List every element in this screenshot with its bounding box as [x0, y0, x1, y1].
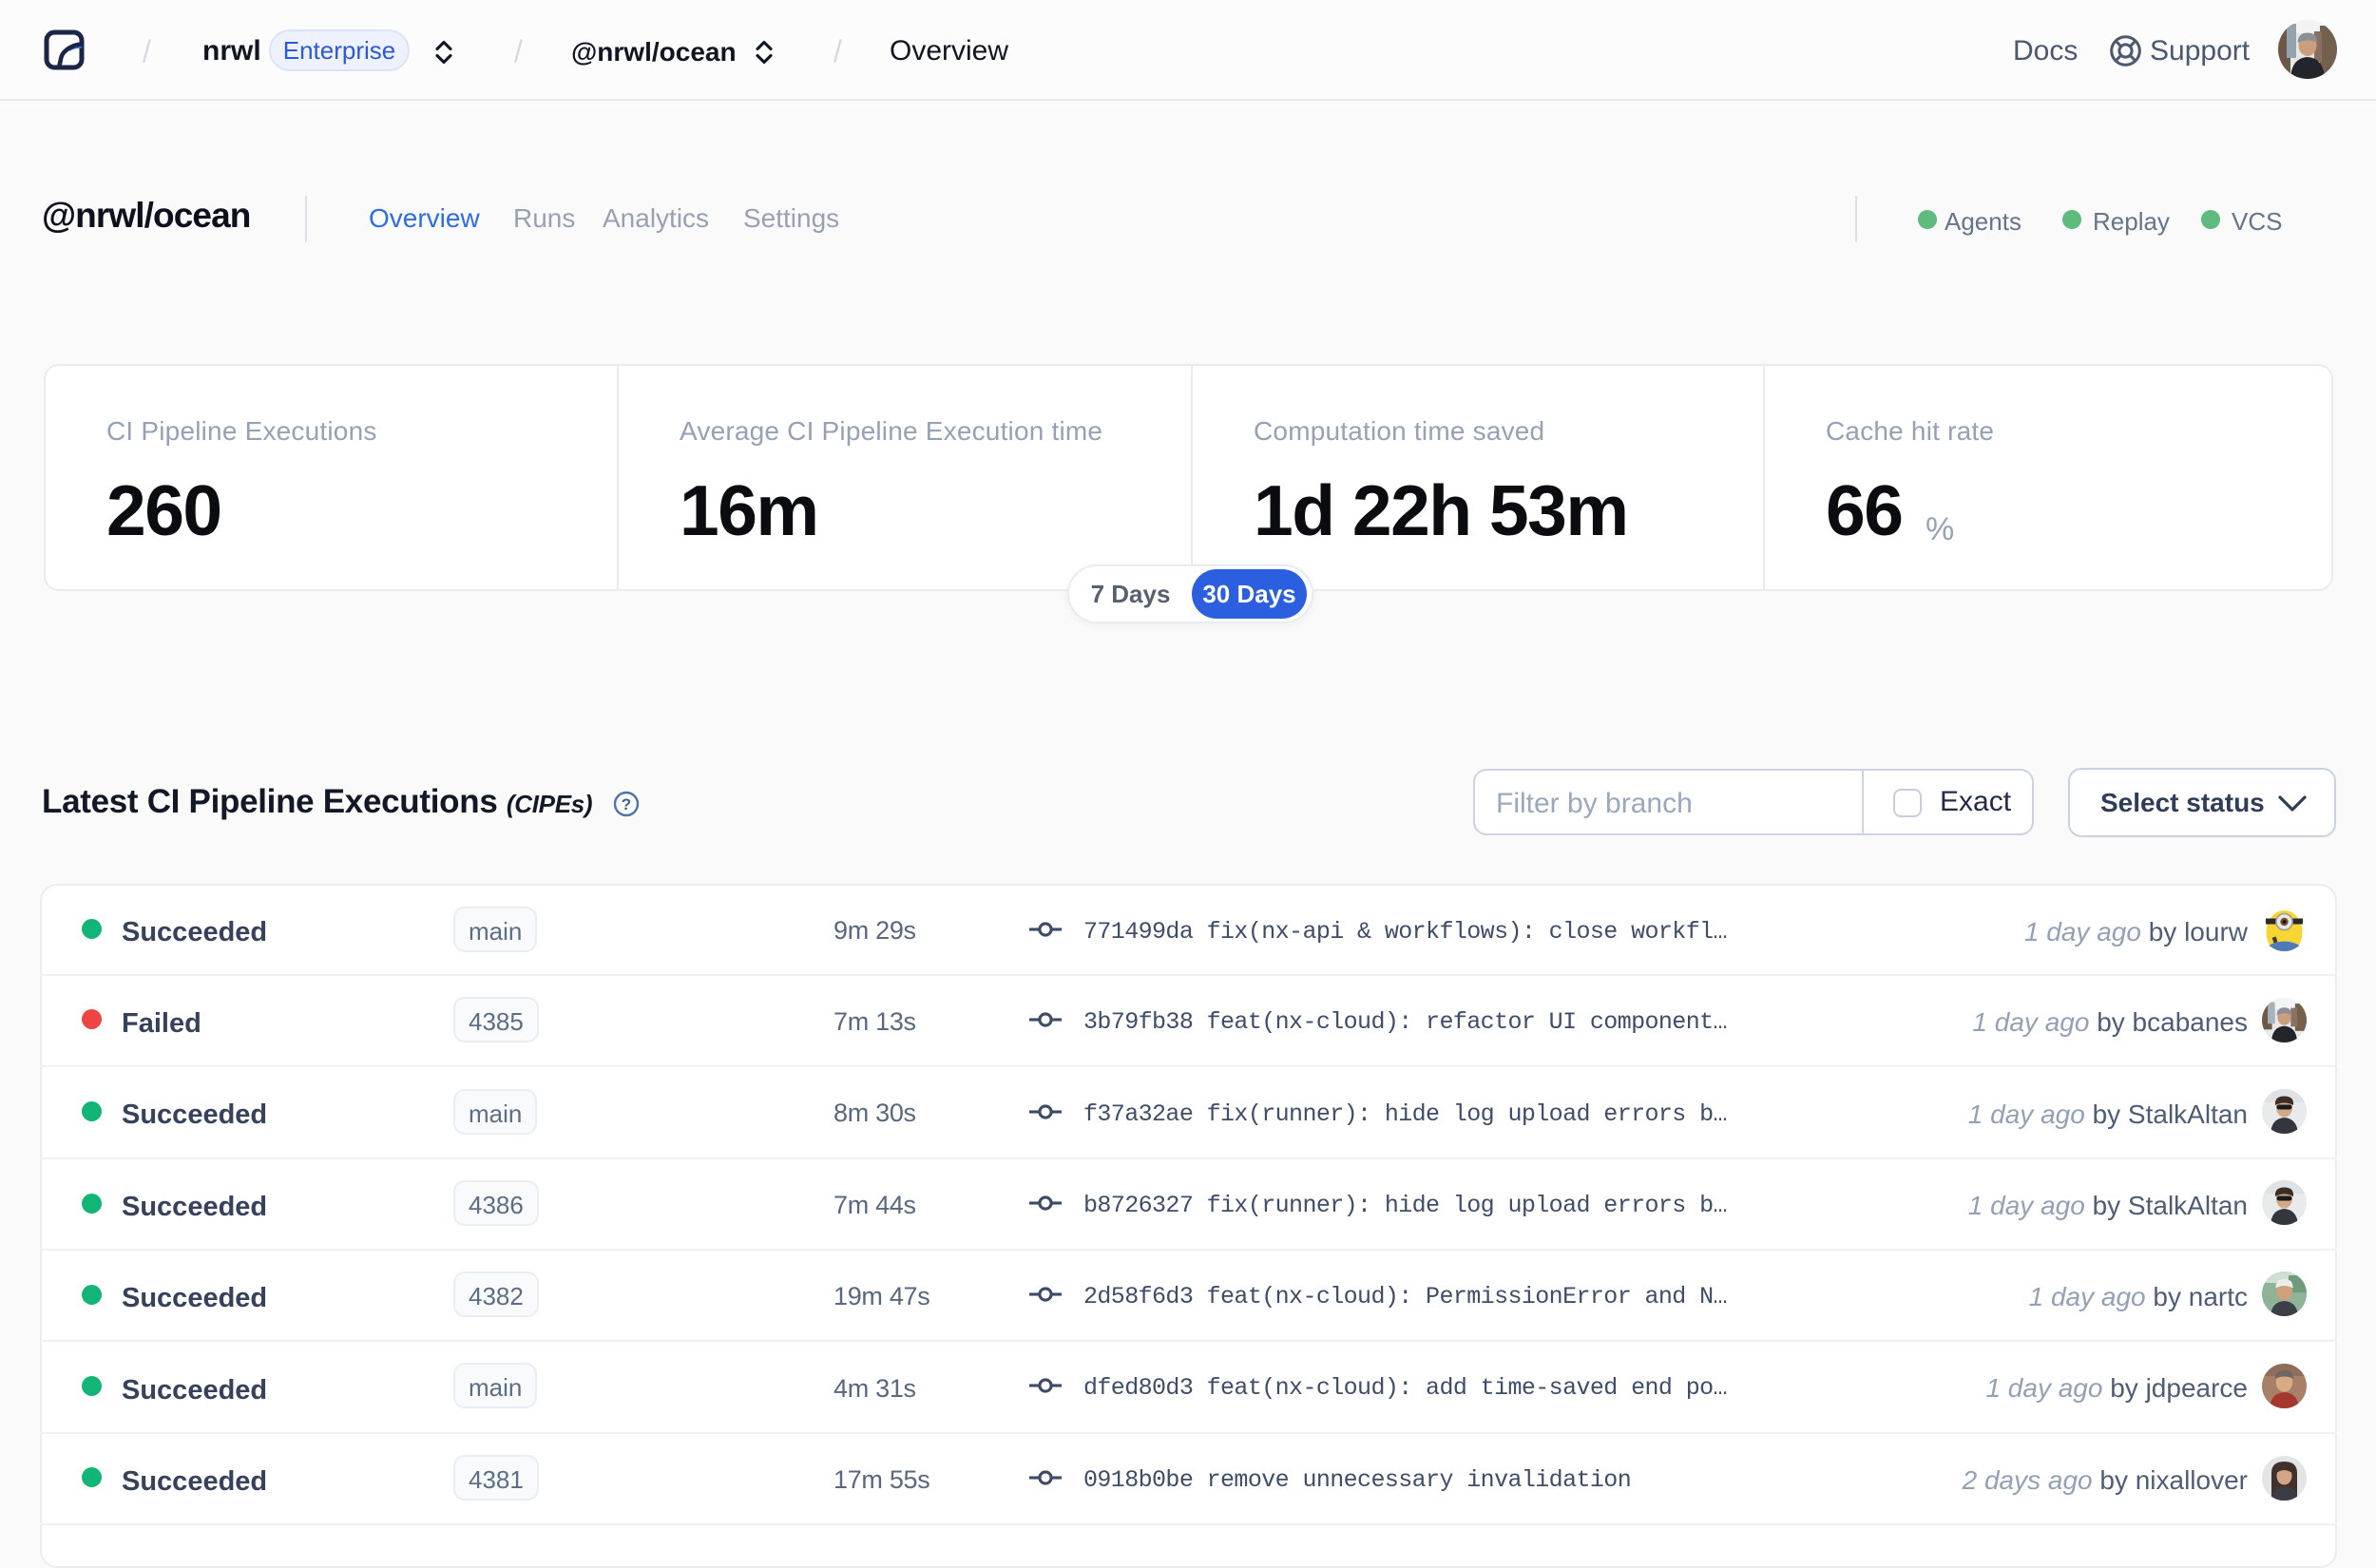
svg-text:?: ?	[622, 795, 631, 813]
